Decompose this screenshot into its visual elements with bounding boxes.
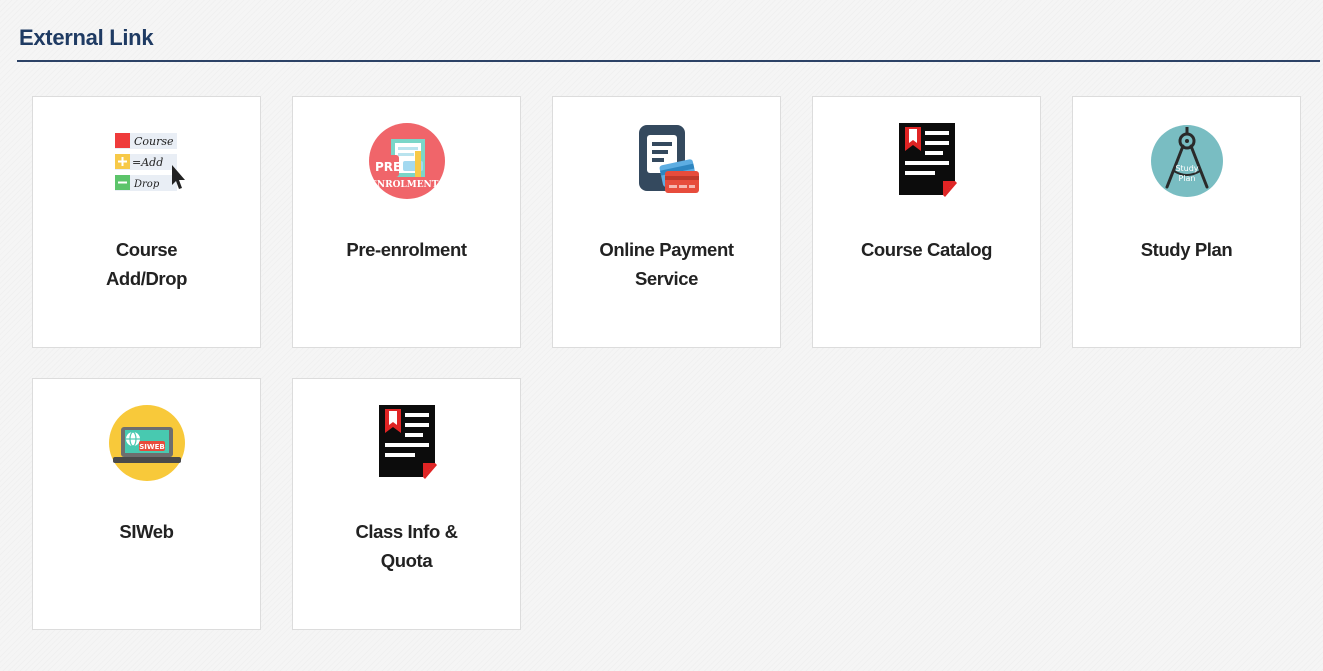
siweb-icon: SIWEB: [107, 403, 187, 483]
course-catalog-icon: [887, 121, 967, 201]
tile-label-line: Class Info &: [355, 521, 458, 542]
svg-text:Course: Course: [134, 135, 174, 148]
pre-enrolment-icon: PRE ENROLMENT: [367, 121, 447, 201]
tile-label: Pre-enrolment: [303, 235, 510, 264]
section-header: External Link: [17, 14, 1320, 62]
svg-text:ENROLMENT: ENROLMENT: [370, 180, 439, 190]
tile-label-line: Service: [634, 268, 699, 289]
tile-label-line: Pre-enrolment: [346, 239, 467, 260]
tile-pre-enrolment[interactable]: PRE ENROLMENT Pre-enrolment: [292, 96, 521, 348]
tile-course-add-drop[interactable]: Course =Add Drop Course Add/Drop: [32, 96, 261, 348]
online-payment-icon: [627, 121, 707, 201]
tile-class-info-quota[interactable]: Class Info & Quota: [292, 378, 521, 630]
tile-label: Study Plan: [1083, 235, 1290, 264]
svg-text:Plan: Plan: [1178, 174, 1195, 183]
tile-label: Class Info & Quota: [303, 517, 510, 575]
tile-label-line: Quota: [380, 550, 433, 571]
tile-label-line: Course Catalog: [860, 239, 993, 260]
svg-text:Drop: Drop: [133, 179, 160, 190]
tile-label: Course Catalog: [823, 235, 1030, 264]
study-plan-icon: Study Plan: [1147, 121, 1227, 201]
tile-online-payment-service[interactable]: Online Payment Service: [552, 96, 781, 348]
svg-text:PRE: PRE: [375, 160, 401, 174]
svg-text:=Add: =Add: [132, 156, 163, 169]
tile-label-line: Course: [115, 239, 178, 260]
tile-course-catalog[interactable]: Course Catalog: [812, 96, 1041, 348]
section-title: External Link: [19, 25, 154, 50]
tile-label-line: Study Plan: [1140, 239, 1233, 260]
tile-label-line: SIWeb: [119, 521, 174, 542]
course-add-drop-icon: Course =Add Drop: [107, 121, 187, 201]
tile-label: SIWeb: [43, 517, 250, 546]
tile-study-plan[interactable]: Study Plan Study Plan: [1072, 96, 1301, 348]
tile-label-line: Online Payment: [599, 239, 734, 260]
tile-siweb[interactable]: SIWEB SIWeb: [32, 378, 261, 630]
tile-label: Course Add/Drop: [43, 235, 250, 293]
class-info-quota-icon: [367, 403, 447, 483]
svg-text:SIWEB: SIWEB: [139, 443, 164, 451]
tile-label-line: Add/Drop: [105, 268, 188, 289]
page: External Link Course =Add Drop Course Ad…: [0, 0, 1323, 671]
link-grid: Course =Add Drop Course Add/Drop PRE ENR…: [32, 96, 1301, 630]
tile-label: Online Payment Service: [563, 235, 770, 293]
svg-text:Study: Study: [1175, 164, 1198, 173]
